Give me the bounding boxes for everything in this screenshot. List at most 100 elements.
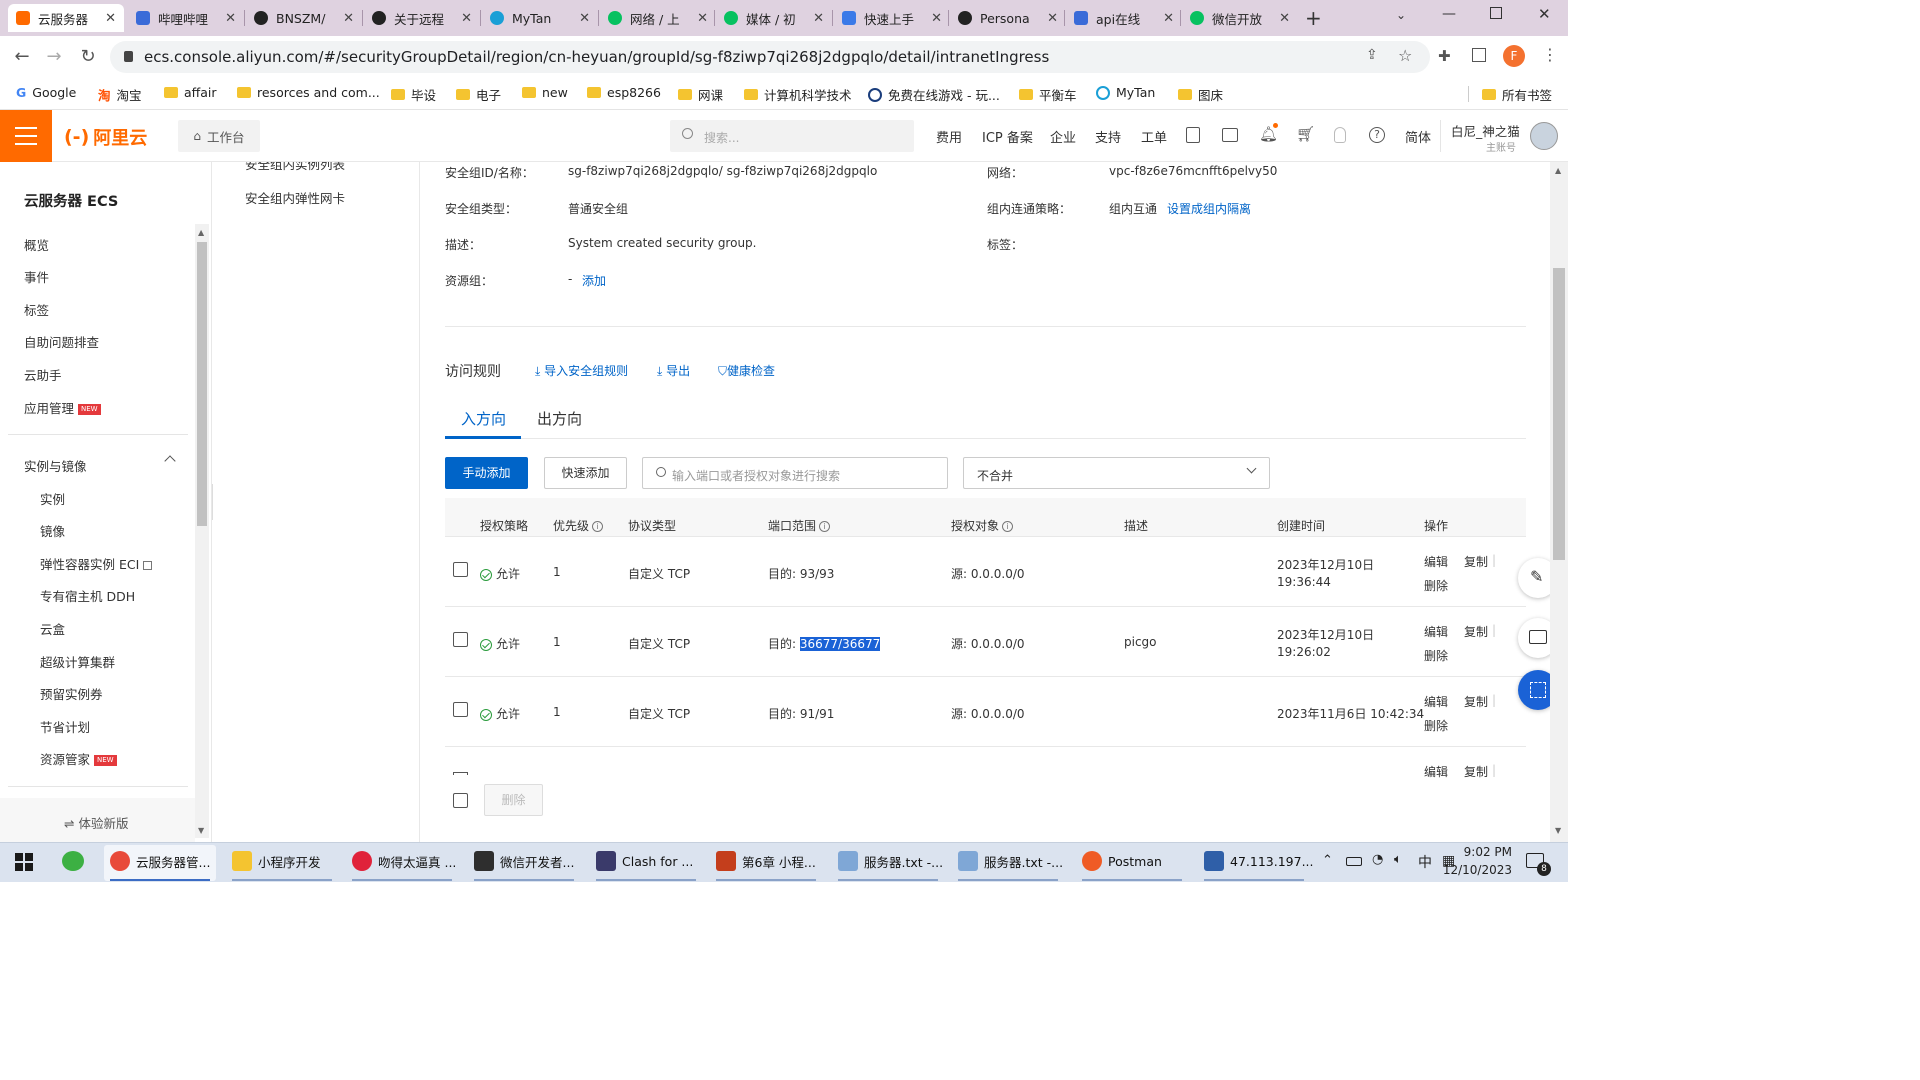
bookmark-mytan[interactable]: MyTan [1096,85,1155,100]
browser-tab[interactable]: Persona ✕ [950,4,1066,32]
scroll-down-arrow-icon[interactable]: ▼ [198,826,204,835]
bookmark-folder[interactable]: new [522,85,568,100]
copy-link[interactable]: 复制 [1464,763,1488,780]
bookmark-star-icon[interactable]: ☆ [1398,46,1412,65]
sidebar-item-resource-manager[interactable]: 资源管家 NEW [40,749,117,768]
add-resource-group-link[interactable]: 添加 [582,272,606,289]
bookmark-folder[interactable]: 网课 [678,85,723,104]
taskbar-app-remote-desktop[interactable]: 47.113.197... [1204,851,1314,871]
row-checkbox[interactable] [453,632,468,647]
page-scrollbar[interactable]: ▲ ▼ [1550,162,1568,842]
cart-icon[interactable]: 🛒︎ [1296,125,1315,143]
sidebar-item-reserved-instances[interactable]: 预留实例券 [40,684,103,703]
workbench-button[interactable]: ⌂ 工作台 [178,120,260,152]
export-link[interactable]: ⤓ 导出 [657,362,690,379]
avatar[interactable] [1530,122,1558,150]
sidebar-item-eci[interactable]: 弹性容器实例 ECI [40,554,153,573]
bookmark-folder[interactable]: affair [164,85,217,100]
url-text[interactable]: ecs.console.aliyun.com/#/securityGroupDe… [144,48,1049,66]
taskbar-app-clash[interactable]: Clash for ... [596,851,693,871]
sidebar-item-instances[interactable]: 实例 [40,489,65,508]
taskbar-app-notepad[interactable]: 服务器.txt -... [958,851,1063,871]
browser-tab[interactable]: 微信开放 ✕ [1182,4,1298,32]
chevron-up-icon[interactable] [164,455,176,467]
taskbar-app-chrome[interactable]: 云服务器管... [110,851,210,871]
info-icon[interactable]: i [592,521,604,532]
sidebar-item-cloud-box[interactable]: 云盒 [40,619,65,638]
browser-tab[interactable]: 关于远程 ✕ [364,4,480,32]
sidebar-item-ddh[interactable]: 专有宿主机 DDH [40,586,135,605]
close-icon[interactable]: ✕ [697,11,708,26]
lightbulb-icon[interactable] [1334,127,1346,143]
menu-burger-icon[interactable] [0,110,52,162]
bookmark-folder[interactable]: resorces and com... [237,85,380,100]
page-scroll-thumb[interactable] [1553,268,1565,560]
browser-tab[interactable]: 哔哩哔哩 ✕ [128,4,244,32]
bookmark-folder[interactable]: 毕设 [391,85,436,104]
aliyun-logo[interactable]: (-) 阿里云 [64,124,147,150]
window-close-icon[interactable]: ✕ [1538,5,1551,23]
clock-time[interactable]: 9:02 PM [1452,845,1512,859]
taskbar-app-powerpoint[interactable]: 第6章 小程... [716,851,816,871]
taskbar-app-music[interactable]: 吻得太逼真 ... [352,851,456,871]
sidebar-item-supercomputing[interactable]: 超级计算集群 [40,652,115,671]
close-icon[interactable]: ✕ [225,11,236,26]
sidebar-item-app-management[interactable]: 应用管理 NEW [24,398,101,417]
import-rules-link[interactable]: ⤓ 导入安全组规则 [535,362,628,379]
close-icon[interactable]: ✕ [813,11,824,26]
sidebar-item-images[interactable]: 镜像 [40,521,65,540]
topnav-enterprise[interactable]: 企业 [1050,127,1076,146]
clock-date[interactable]: 12/10/2023 [1442,863,1512,877]
sidebar-item-events[interactable]: 事件 [24,267,49,286]
select-all-checkbox[interactable] [453,793,468,808]
bookmark-all[interactable]: 所有书签 [1482,85,1552,104]
bookmark-game[interactable]: 免费在线游戏 - 玩... [868,85,1000,104]
sidebar-section-instances-images[interactable]: 实例与镜像 [24,456,87,475]
merge-select[interactable]: 不合并 [963,457,1270,489]
browser-tab[interactable]: MyTan ✕ [482,4,598,32]
tab-outbound[interactable]: 出方向 [537,408,582,429]
browser-tab[interactable]: 媒体 / 初 ✕ [716,4,832,32]
rule-search-input[interactable]: 输入端口或者授权对象进行搜索 [642,457,948,489]
taskbar-app-postman[interactable]: Postman [1082,851,1162,871]
subnav-item-eni[interactable]: 安全组内弹性网卡 [245,188,345,207]
close-icon[interactable]: ✕ [105,11,116,26]
port-value-selected[interactable]: 36677/36677 [799,637,881,651]
profile-avatar[interactable]: F [1503,45,1525,67]
extensions-puzzle-icon[interactable]: ✚ [1438,47,1451,65]
browser-tab[interactable]: BNSZM/ ✕ [246,4,362,32]
bookmark-folder[interactable]: 电子 [456,85,501,104]
sidebar-item-savings-plan[interactable]: 节省计划 [40,717,90,736]
close-icon[interactable]: ✕ [1047,11,1058,26]
delete-link[interactable]: 删除 [1424,577,1448,594]
batch-delete-button[interactable]: 删除 [484,784,543,816]
bookmark-folder[interactable]: 图床 [1178,85,1223,104]
scroll-up-arrow-icon[interactable]: ▲ [1555,166,1561,175]
tab-inbound[interactable]: 入方向 [461,408,506,429]
delete-link[interactable]: 删除 [1424,647,1448,664]
minimize-icon[interactable]: — [1442,6,1456,22]
taskbar-app-wechat-devtools[interactable]: 微信开发者... [474,851,574,871]
windows-start-icon[interactable] [15,853,33,871]
share-icon[interactable]: ⇪ [1366,47,1378,63]
quick-add-button[interactable]: 快速添加 [544,457,627,489]
delete-link[interactable]: 删除 [1424,717,1448,734]
browser-tab[interactable]: 快速上手 ✕ [834,4,950,32]
copy-link[interactable]: 复制 [1464,553,1488,570]
reload-icon[interactable]: ↻ [76,45,100,69]
edit-link[interactable]: 编辑 [1424,763,1448,780]
maximize-icon[interactable] [1490,7,1502,19]
taskbar-app-notepad[interactable]: 服务器.txt -... [838,851,943,871]
edit-link[interactable]: 编辑 [1424,623,1448,640]
sidebar-item-overview[interactable]: 概览 [24,235,49,254]
close-icon[interactable]: ✕ [343,11,354,26]
language-switch[interactable]: 简体 [1405,127,1431,146]
health-check-link[interactable]: ⛉健康检查 [718,362,775,379]
row-checkbox[interactable] [453,562,468,577]
bookmark-folder[interactable]: 计算机科学技术 [744,85,852,104]
sidebar-item-troubleshoot[interactable]: 自助问题排查 [24,332,99,351]
row-checkbox[interactable] [453,772,468,775]
new-tab-plus-icon[interactable]: + [1305,6,1322,30]
user-name[interactable]: 白尼_神之猫 [1451,121,1520,140]
tab-search-chevron-icon[interactable]: ⌄ [1396,8,1406,22]
